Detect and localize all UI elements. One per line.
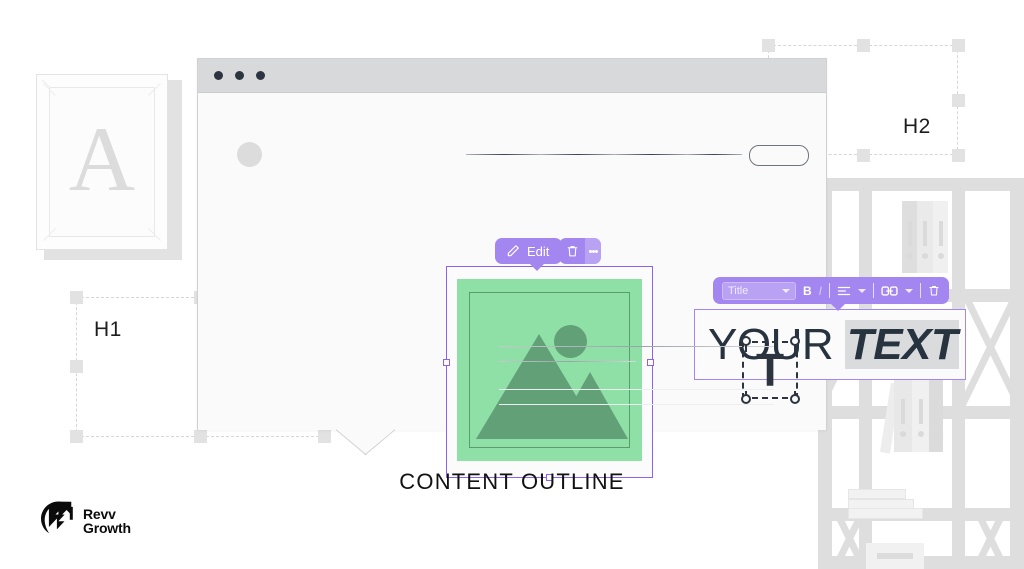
t-handle-tr[interactable] <box>790 336 800 346</box>
align-left-icon[interactable] <box>837 285 851 297</box>
frame-letter-a: A <box>68 108 136 210</box>
delete-image-button[interactable] <box>559 238 585 264</box>
style-select[interactable]: Title <box>722 281 796 300</box>
text-highlight: TEXT <box>844 320 960 369</box>
binder <box>912 379 929 452</box>
poster-canvas: A H1 H2 Edit YOUR TEXT Title B I T CONTE… <box>0 0 1024 569</box>
t-handle-br[interactable] <box>790 394 800 404</box>
image-actions-group <box>559 238 601 264</box>
window-minimize-dot[interactable] <box>235 71 244 80</box>
h1-handle-ml[interactable] <box>70 360 83 373</box>
h2-handle-tr[interactable] <box>952 39 965 52</box>
h2-handle-tl[interactable] <box>762 39 775 52</box>
h1-handle-tl[interactable] <box>70 291 83 304</box>
body-line <box>499 361 636 362</box>
body-line <box>499 404 774 405</box>
h1-handle-bl[interactable] <box>70 430 83 443</box>
h2-handle-br[interactable] <box>952 149 965 162</box>
browser-window: Edit YOUR TEXT Title B I <box>197 58 966 481</box>
text-tool-glyph: T <box>755 344 785 396</box>
window-maximize-dot[interactable] <box>256 71 265 80</box>
image-handle-ml[interactable] <box>443 359 450 366</box>
page-title: CONTENT OUTLINE <box>399 469 625 494</box>
t-handle-bl[interactable] <box>741 394 751 404</box>
h1-handle-br[interactable] <box>318 430 331 443</box>
logo-line-1: Revv <box>83 505 116 522</box>
callout-notch-edge-right <box>364 429 395 455</box>
binder <box>929 379 943 452</box>
image-handle-mr[interactable] <box>647 359 654 366</box>
g-arrow-mark-icon <box>38 500 76 541</box>
header-cta-button[interactable] <box>749 145 809 166</box>
frame-outer: A <box>36 74 168 250</box>
h2-handle-tc[interactable] <box>857 39 870 52</box>
h1-label: H1 <box>94 318 122 341</box>
link-chevron-down-icon[interactable] <box>905 288 914 293</box>
binder <box>933 201 948 273</box>
chevron-down-icon <box>782 288 790 293</box>
edit-button[interactable]: Edit <box>495 238 563 271</box>
kebab-dot <box>594 249 598 253</box>
bold-button[interactable]: B <box>803 284 812 298</box>
avatar[interactable] <box>237 142 262 167</box>
h2-handle-bc[interactable] <box>857 149 870 162</box>
edit-button-label: Edit <box>527 243 550 259</box>
text-block-selection[interactable]: YOUR TEXT <box>694 309 966 380</box>
nav-link-placeholder[interactable] <box>613 154 689 155</box>
toolbar-divider <box>829 283 831 298</box>
edit-button-tip <box>529 263 546 271</box>
window-close-dot[interactable] <box>214 71 223 80</box>
shelf-storage-box <box>866 543 924 569</box>
toolbar-divider <box>873 283 875 298</box>
delete-text-button[interactable] <box>928 284 940 297</box>
shelf-plank <box>818 178 1024 191</box>
text-format-toolbar: Title B I <box>713 277 950 311</box>
logo-line-2: Growth <box>83 519 131 536</box>
browser-title-bar <box>198 59 826 93</box>
h2-handle-mr[interactable] <box>952 94 965 107</box>
h1-handle-bc[interactable] <box>194 430 207 443</box>
logo-wordmark: Revv Growth <box>83 507 131 535</box>
nav-link-placeholder[interactable] <box>686 154 742 155</box>
text-toolbar-tip <box>830 303 846 311</box>
toolbar-divider <box>920 283 922 298</box>
mountain-small-icon <box>552 372 628 439</box>
align-chevron-down-icon[interactable] <box>858 288 867 293</box>
revv-growth-logo[interactable]: Revv Growth <box>38 500 131 541</box>
binder <box>894 379 912 452</box>
callout-notch-edge-left <box>336 429 367 455</box>
shelf-cross-brace <box>964 508 1010 569</box>
body-line <box>499 346 774 347</box>
image-placeholder[interactable] <box>457 279 642 461</box>
nav-link-placeholder[interactable] <box>540 154 616 155</box>
nav-link-placeholder[interactable] <box>466 154 542 155</box>
style-select-value: Title <box>728 284 749 297</box>
shelf-cross-brace <box>964 289 1010 406</box>
browser-viewport: Edit YOUR TEXT Title B I <box>198 93 966 481</box>
binder <box>902 201 917 273</box>
h2-label: H2 <box>903 115 931 138</box>
t-handle-tl[interactable] <box>741 336 751 346</box>
body-line <box>499 389 774 390</box>
italic-button[interactable]: I <box>819 284 822 298</box>
more-options-button[interactable] <box>585 238 601 264</box>
trash-icon <box>566 244 579 258</box>
link-icon[interactable] <box>881 285 898 297</box>
pencil-icon <box>506 244 520 258</box>
picture-frame-decoration: A <box>36 74 182 260</box>
binder <box>917 201 933 273</box>
